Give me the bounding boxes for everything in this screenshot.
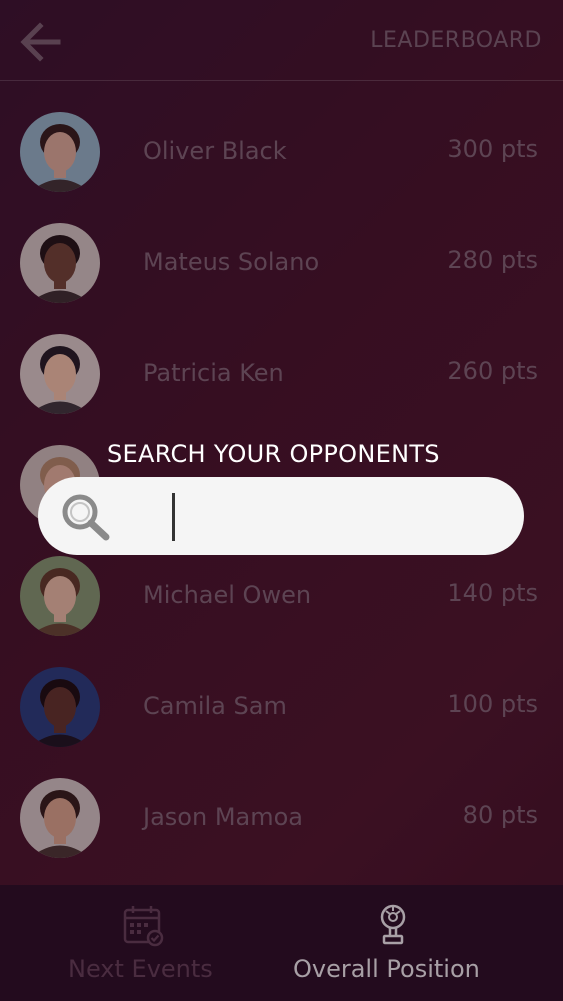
- avatar: [20, 223, 100, 303]
- leaderboard-row[interactable]: Camila Sam 100 pts: [0, 652, 563, 763]
- search-icon: [62, 494, 110, 541]
- calendar-icon: [123, 906, 164, 947]
- leaderboard-row[interactable]: Patricia Ken 260 pts: [0, 319, 563, 430]
- page-title: LEADERBOARD: [370, 28, 542, 53]
- trophy-icon: [380, 904, 406, 945]
- player-points: 140 pts: [447, 579, 538, 607]
- search-field[interactable]: [38, 477, 524, 555]
- search-label: SEARCH YOUR OPPONENTS: [107, 440, 440, 468]
- player-name: Patricia Ken: [143, 359, 284, 387]
- leaderboard-row[interactable]: Michael Owen 140 pts: [0, 541, 563, 652]
- player-name: Oliver Black: [143, 137, 287, 165]
- leaderboard-row[interactable]: Mateus Solano 280 pts: [0, 208, 563, 319]
- tab-overall-position[interactable]: Overall Position: [281, 885, 562, 1001]
- player-name: Jason Mamoa: [143, 803, 303, 831]
- leaderboard-screen: LEADERBOARD Oliver Black 300 pts Mateus So…: [0, 0, 563, 1001]
- avatar: [20, 667, 100, 747]
- tab-next-events-label: Next Events: [68, 955, 213, 983]
- top-bar: LEADERBOARD: [0, 0, 563, 81]
- avatar: [20, 334, 100, 414]
- leaderboard-row[interactable]: Jason Mamoa 80 pts: [0, 763, 563, 874]
- player-name: Michael Owen: [143, 581, 312, 609]
- player-name: Camila Sam: [143, 692, 287, 720]
- player-points: 260 pts: [447, 357, 538, 385]
- tab-next-events[interactable]: Next Events: [0, 885, 281, 1001]
- arrow-left-icon: [20, 22, 61, 62]
- avatar: [20, 778, 100, 858]
- search-input[interactable]: [130, 489, 504, 545]
- player-points: 280 pts: [447, 246, 538, 274]
- avatar: [20, 556, 100, 636]
- player-points: 300 pts: [447, 135, 538, 163]
- avatar: [20, 112, 100, 192]
- back-button[interactable]: [14, 14, 70, 70]
- tab-overall-position-label: Overall Position: [293, 955, 480, 983]
- player-points: 100 pts: [447, 690, 538, 718]
- player-points: 80 pts: [462, 801, 538, 829]
- player-name: Mateus Solano: [143, 248, 320, 276]
- bottom-navigation: Next Events Overall Position: [0, 885, 563, 1001]
- leaderboard-row[interactable]: Oliver Black 300 pts: [0, 97, 563, 208]
